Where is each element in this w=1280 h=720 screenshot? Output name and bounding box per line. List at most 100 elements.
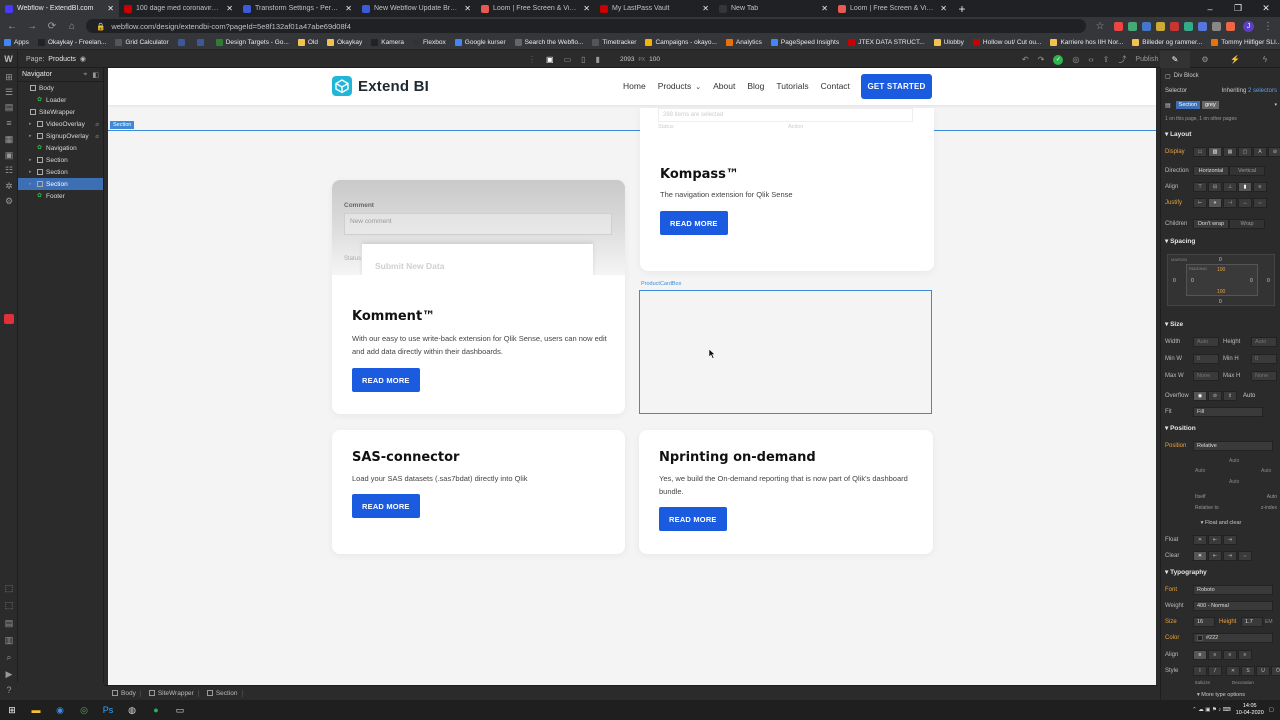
offset-bottom[interactable]: Auto [1229,479,1239,485]
justify-between-icon[interactable]: ↔ [1238,197,1252,208]
browser-tab[interactable]: Webflow - ExtendBI.com ✕ [0,0,119,17]
bookmark-item[interactable]: Design Targets - Go... [215,38,289,46]
canvas-zoom[interactable]: 100 [649,56,660,63]
read-more-button[interactable]: READ MORE [352,368,420,392]
inline-block-icon[interactable]: ▢ [1238,146,1252,157]
menu-tutorials[interactable]: Tutorials [776,81,808,91]
align-start-icon[interactable]: ⊤ [1193,181,1207,192]
margin-bottom-value[interactable]: 0 [1219,299,1222,305]
chrome-icon[interactable]: ◎ [78,704,90,716]
navigator-item[interactable]: ▸ Section [18,154,103,166]
menu-about[interactable]: About [713,81,735,91]
close-icon[interactable]: ✕ [226,4,233,13]
spacing-section-header[interactable]: ▾ Spacing [1161,236,1280,246]
messenger-icon[interactable]: ◉ [54,704,66,716]
bookmark-item[interactable]: Google kurser [454,38,506,46]
align-stretch-icon[interactable]: ▮ [1238,181,1252,192]
flex-icon[interactable]: ▥ [1208,146,1222,157]
extension-icon[interactable] [1212,21,1221,31]
close-icon[interactable]: ✕ [940,4,947,13]
expand-caret-icon[interactable]: ▸ [29,133,34,139]
bookmark-item[interactable]: Kamera [371,38,404,46]
bookmark-item[interactable] [196,38,207,46]
direction-horizontal[interactable]: Horizontal [1193,165,1229,176]
children-dont-wrap[interactable]: Don't wrap [1193,218,1229,229]
fit-select[interactable]: Fill [1193,406,1263,417]
browser-tab[interactable]: New Tab ✕ [714,0,833,17]
spotify-icon[interactable]: ● [150,704,162,716]
pin-icon[interactable]: ⌖ [83,71,87,79]
component-icon[interactable]: ▥ [4,635,14,645]
ecommerce-icon[interactable]: ▦ [4,134,14,144]
product-card-nprinting[interactable]: Nprinting on-demand Yes, we build the On… [639,430,933,554]
bookmark-star-icon[interactable]: ☆ [1094,21,1106,32]
audit-icon[interactable]: ▤ [4,618,14,628]
grid-icon[interactable]: ▦ [1223,146,1237,157]
close-icon[interactable]: ✕ [107,4,114,13]
menu-blog[interactable]: Blog [747,81,764,91]
italic-icon[interactable]: 𝐼 [1208,665,1222,676]
menu-products[interactable]: Products ⌄ [658,81,701,91]
home-icon[interactable]: ⌂ [66,21,78,32]
bookmark-item[interactable]: Karriere hos IIH Nor... [1050,38,1123,46]
close-icon[interactable]: ✕ [702,4,709,13]
strikethrough-icon[interactable]: S [1241,665,1255,676]
hidden-icon[interactable]: ⊘ [1208,390,1222,401]
style-manager-icon[interactable]: ▤ [1165,102,1171,109]
symbols-icon[interactable]: ☰ [4,87,14,97]
hidden-eye-icon[interactable]: ⌀ [95,133,99,140]
menu-icon[interactable]: ⋮ [1262,21,1274,32]
selector-field[interactable]: ▤ Section grey ▾ [1161,99,1280,111]
typography-section-header[interactable]: ▾ Typography [1161,567,1280,577]
bookmark-item[interactable]: Okaykay - Freelan... [37,38,106,46]
bookmark-item[interactable]: Analytics [725,38,762,46]
regular-icon[interactable]: I [1193,665,1207,676]
bookmark-item[interactable]: Hollow out/ Cut ou... [972,38,1041,46]
justify-around-icon[interactable]: ⇔ [1253,197,1267,208]
close-icon[interactable]: ✕ [583,4,590,13]
width-input[interactable]: Auto [1193,336,1219,347]
float-clear-toggle[interactable]: ▾ Float and clear [1161,518,1280,528]
position-select[interactable]: Relative [1193,440,1273,451]
offset-right[interactable]: Auto [1261,468,1271,474]
class-pill-grey[interactable]: grey [1202,101,1219,109]
expand-caret-icon[interactable]: ▸ [29,181,34,187]
align-end-icon[interactable]: ⊥ [1223,181,1237,192]
more-type-options-toggle[interactable]: ▾ More type options [1161,690,1280,699]
padding-top-value[interactable]: 100 [1217,267,1225,273]
none-icon[interactable]: ⊘ [1268,146,1280,157]
float-none-icon[interactable]: ✕ [1193,534,1207,545]
bookmark-item[interactable]: Okaykay [326,38,362,46]
navigator-item[interactable]: ✿ Loader [18,94,103,106]
direction-vertical[interactable]: Vertical [1229,165,1265,176]
align-justify-icon[interactable]: ≡ [1238,649,1252,660]
children-wrap[interactable]: Wrap [1229,218,1265,229]
scroll-icon[interactable]: ⇕ [1223,390,1237,401]
itself-label[interactable]: Itself [1195,494,1206,500]
desktop-icon[interactable]: ▭ [564,55,572,64]
browser-tab[interactable]: Transform Settings - Perspective ✕ [238,0,357,17]
bookmark-item[interactable]: Campaigns - okayo... [645,38,717,46]
clear-left-icon[interactable]: ⇤ [1208,550,1222,561]
dropdown-icon[interactable]: ▾ [1274,102,1277,108]
close-icon[interactable]: ✕ [345,4,352,13]
close-icon[interactable]: ✕ [464,4,471,13]
bookmark-item[interactable]: Flexbox [413,38,446,46]
bookmark-item[interactable] [177,38,188,46]
maximize-icon[interactable]: ❐ [1224,0,1252,17]
zindex-auto[interactable]: Auto [1267,494,1277,500]
inheriting-count[interactable]: 2 selectors [1248,88,1277,94]
browser-tab[interactable]: Loom | Free Screen & Video Rec ✕ [476,0,595,17]
preview-icon[interactable]: ◎ [1072,55,1079,64]
get-started-button[interactable]: GET STARTED [861,74,932,99]
assets-icon[interactable]: ▣ [4,150,14,160]
visible-eye-icon[interactable]: ◉ [1193,390,1207,401]
expand-caret-icon[interactable]: ▸ [29,157,34,163]
breadcrumb-item[interactable]: SiteWrapper [145,689,199,697]
float-left-icon[interactable]: ⇤ [1208,534,1222,545]
bookmark-item[interactable]: Tommy Hilfiger SLI... [1211,38,1280,46]
extension-icon[interactable] [1170,21,1179,31]
read-more-button[interactable]: READ MORE [352,494,420,518]
select-parent-icon[interactable]: ⬚ [4,600,14,610]
underline-icon[interactable]: U [1256,665,1270,676]
